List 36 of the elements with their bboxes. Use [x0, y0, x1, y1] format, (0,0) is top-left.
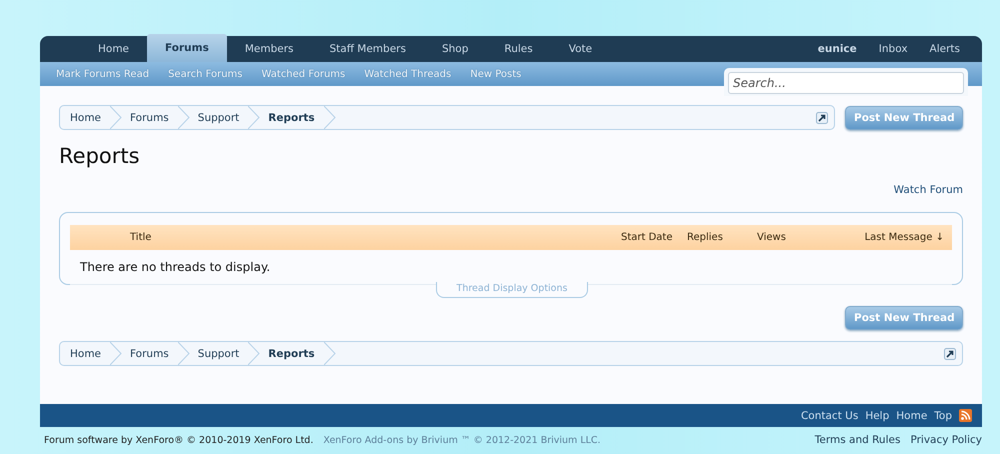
breadcrumb-item[interactable]: Support	[190, 106, 260, 129]
rss-icon[interactable]	[959, 409, 972, 422]
nav-tab[interactable]: Vote	[550, 36, 610, 62]
breadcrumb-item[interactable]: Home	[62, 106, 122, 129]
user-link[interactable]: Alerts	[908, 36, 960, 62]
footer-link[interactable]: Home	[896, 410, 928, 422]
breadcrumb-item[interactable]: Forums	[122, 342, 190, 365]
column-header[interactable]: Title	[130, 232, 621, 243]
user-link[interactable]: eunice	[796, 36, 857, 62]
nav-tab[interactable]: Rules	[486, 36, 551, 62]
copyright-text: Forum software by XenForo® © 2010-2019 XenForo Ltd.	[44, 434, 314, 446]
column-header[interactable]: Views	[757, 232, 862, 243]
nav-tab[interactable]: Forums	[147, 34, 227, 62]
footer-link[interactable]: Top	[934, 410, 952, 422]
breadcrumb-item[interactable]: Home	[62, 342, 122, 365]
breadcrumb-item[interactable]: Reports	[260, 342, 336, 365]
breadcrumb-item[interactable]: Support	[190, 342, 260, 365]
jump-arrow-icon[interactable]	[944, 348, 956, 360]
jump-arrow-icon[interactable]	[816, 112, 828, 124]
nav-tab[interactable]: Staff Members	[312, 36, 424, 62]
legal-link[interactable]: Terms and Rules	[814, 434, 900, 446]
watch-forum-link[interactable]: Watch Forum	[894, 184, 963, 196]
footer-link[interactable]: Help	[865, 410, 890, 422]
breadcrumb-item[interactable]: Reports	[260, 106, 336, 129]
column-header[interactable]: Start Date	[621, 232, 687, 243]
nav-tab[interactable]: Shop	[424, 36, 486, 62]
forum-title: Reports	[59, 144, 141, 168]
column-header[interactable]: Replies	[687, 232, 757, 243]
column-header[interactable]: Last Message ↓	[862, 232, 952, 243]
legal-link[interactable]: Privacy Policy	[910, 434, 982, 446]
nav-tab[interactable]: Home	[80, 36, 148, 62]
search-field[interactable]: Search...	[728, 72, 964, 94]
breadcrumb-item[interactable]: Forums	[122, 106, 190, 129]
user-link[interactable]: Inbox	[856, 36, 908, 62]
footer-link[interactable]: Contact Us	[800, 410, 858, 422]
nav-tab[interactable]: Members	[226, 36, 312, 62]
